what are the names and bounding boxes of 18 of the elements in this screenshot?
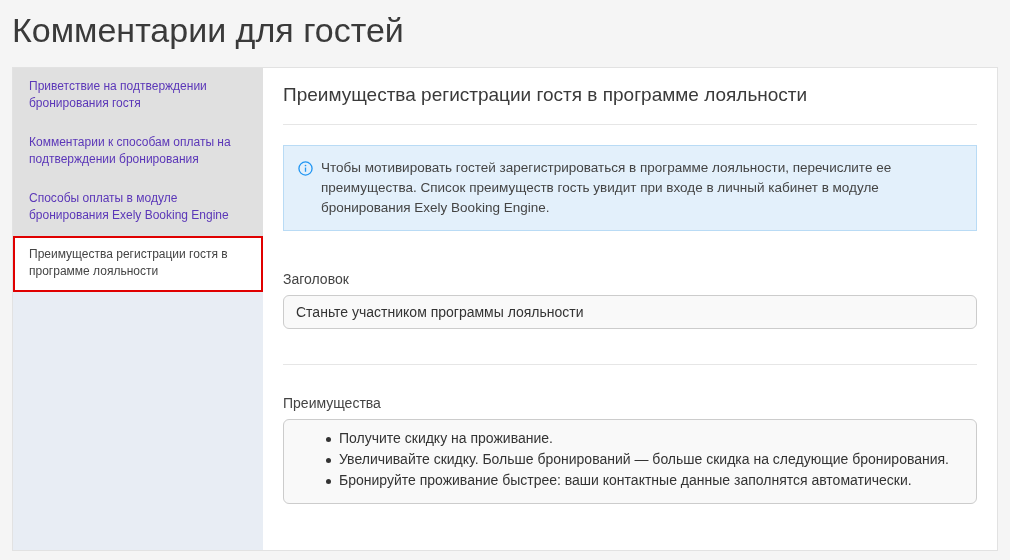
info-text: Чтобы мотивировать гостей зарегистрироваться в программе лояльности, перечислите ее преимущества. Список преимуществ гость увидит при входе в личный кабинет в модуле бронирования Exely Booking Engine. <box>321 159 893 217</box>
bullet-icon <box>326 437 331 442</box>
benefits-field[interactable]: Получите скидку на проживание. Увеличивайте скидку. Больше бронирований — больше скидка на следующие бронирования. Бронируйте проживание быстрее: ваши контактные данные заполнятся автоматически. <box>283 419 977 504</box>
benefit-text: Получите скидку на проживание. <box>339 429 553 448</box>
benefit-text: Увеличивайте скидку. Больше бронирований — больше скидка на следующие бронирования. <box>339 450 949 469</box>
benefit-text: Бронируйте проживание быстрее: ваши контактные данные заполнятся автоматически. <box>339 471 912 490</box>
info-icon <box>298 161 313 176</box>
bullet-icon <box>326 458 331 463</box>
section-title: Преимущества регистрации гостя в программе лояльности <box>283 84 977 125</box>
sidebar-item[interactable]: Преимущества регистрации гостя в программе лояльности <box>13 236 263 292</box>
heading-field[interactable]: Станьте участником программы лояльности <box>283 295 977 329</box>
field-label: Преимущества <box>283 395 382 411</box>
sidebar-item[interactable]: Способы оплаты в модуле бронирования Exely Booking Engine <box>13 180 263 236</box>
field-label: Заголовок <box>283 271 350 287</box>
bullet-icon <box>326 479 331 484</box>
sidebar-item[interactable]: Приветствие на подтверждении бронирования гостя <box>13 68 263 124</box>
page-title: Комментарии для гостей <box>12 10 405 51</box>
sidebar-item[interactable]: Комментарии к способам оплаты на подтверждении бронирования <box>13 124 263 180</box>
